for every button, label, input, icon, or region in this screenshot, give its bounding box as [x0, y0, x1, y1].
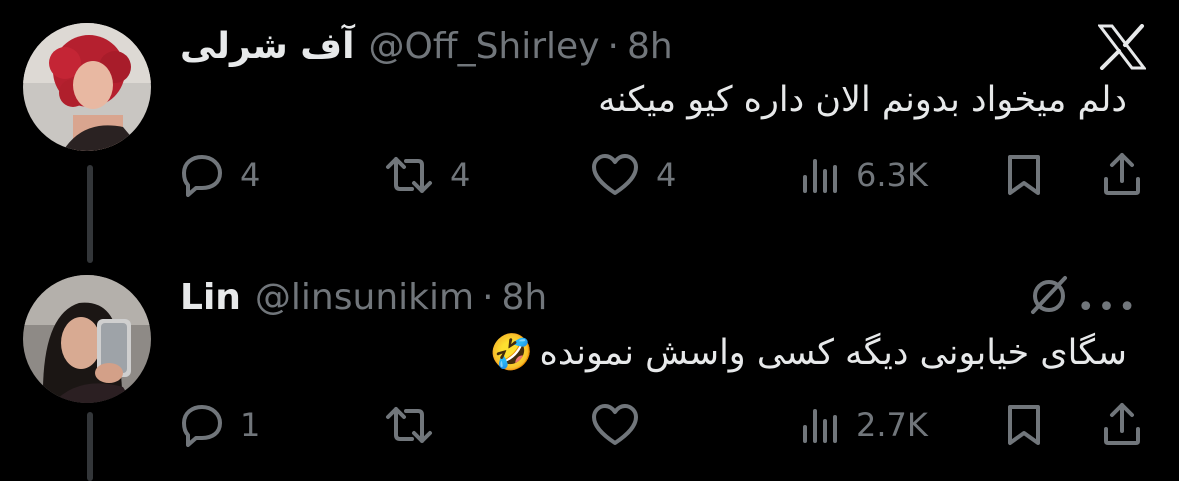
views-button[interactable]: 2.7K — [800, 403, 928, 447]
bookmark-icon — [1004, 153, 1044, 197]
like-icon — [590, 153, 640, 197]
views-count: 2.7K — [856, 406, 928, 444]
share-button[interactable] — [1100, 151, 1144, 197]
like-count: 4 — [656, 156, 677, 194]
like-icon — [590, 403, 640, 447]
user-handle[interactable]: @Off_Shirley — [368, 26, 599, 67]
reply-button[interactable]: 4 — [178, 153, 260, 197]
views-icon — [800, 153, 840, 197]
bookmark-button[interactable] — [1004, 403, 1044, 447]
repost-button[interactable]: 4 — [384, 153, 470, 197]
bookmark-button[interactable] — [1004, 153, 1044, 197]
repost-icon — [384, 403, 434, 447]
bookmark-icon — [1004, 403, 1044, 447]
like-button[interactable]: 4 — [590, 153, 676, 197]
more-icon[interactable]: ••• — [1077, 290, 1139, 325]
grok-icon[interactable] — [1027, 275, 1071, 319]
display-name[interactable]: آف شرلی — [180, 26, 354, 67]
views-count: 6.3K — [856, 156, 928, 194]
reply-button[interactable]: 1 — [178, 403, 260, 447]
display-name[interactable]: Lin — [180, 277, 241, 318]
rolling-laughing-emoji: 🤣 — [489, 333, 534, 373]
share-icon — [1100, 151, 1144, 197]
reply-count: 4 — [240, 156, 261, 194]
avatar-lin[interactable] — [23, 275, 151, 403]
separator-dot: · — [482, 276, 494, 318]
tweet-text: دلم میخواد بدونم الان داره کیو میکنه — [598, 80, 1127, 120]
repost-icon — [384, 153, 434, 197]
tweet2-header: Lin @linsunikim · 8h — [180, 272, 547, 322]
views-button[interactable]: 6.3K — [800, 153, 928, 197]
x-logo-icon — [1096, 24, 1148, 74]
share-icon — [1100, 401, 1144, 447]
tweet-text-content: سگای خیابونی دیگه کسی واسش نمونده — [539, 332, 1128, 373]
reply-count: 1 — [240, 406, 261, 444]
avatar-shirley[interactable] — [23, 23, 151, 151]
share-button[interactable] — [1100, 401, 1144, 447]
timestamp[interactable]: 8h — [502, 277, 548, 318]
reply-icon — [178, 153, 224, 197]
separator-dot: · — [607, 25, 619, 67]
reply-icon — [178, 403, 224, 447]
repost-button[interactable] — [384, 403, 434, 447]
tweet1-header: آف شرلی @Off_Shirley · 8h — [180, 21, 673, 71]
tweet-text-content: دلم میخواد بدونم الان داره کیو میکنه — [598, 80, 1127, 120]
tweet-text: سگای خیابونی دیگه کسی واسش نمونده 🤣 — [489, 332, 1128, 374]
thread-line-bottom — [87, 412, 93, 481]
thread-line-top — [87, 165, 93, 263]
like-button[interactable] — [590, 403, 640, 447]
repost-count: 4 — [450, 156, 471, 194]
timestamp[interactable]: 8h — [627, 26, 673, 67]
user-handle[interactable]: @linsunikim — [255, 277, 474, 318]
views-icon — [800, 403, 840, 447]
